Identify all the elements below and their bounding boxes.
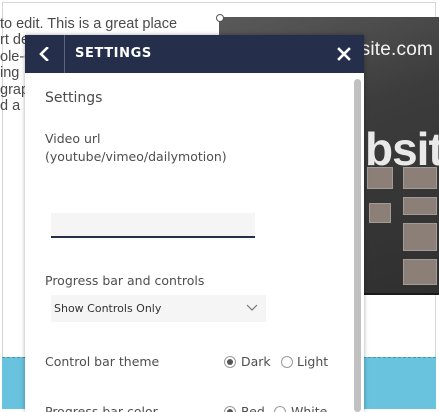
settings-body: Settings Video url (youtube/vimeo/dailym… (25, 73, 364, 412)
video-url-label-line: Video url (45, 131, 101, 146)
section-heading: Settings (45, 90, 103, 106)
back-button[interactable] (25, 35, 65, 73)
radio-light[interactable] (281, 356, 293, 368)
thumbnail-screen (367, 167, 393, 189)
select-value: Show Controls Only (54, 302, 162, 315)
progress-controls-label: Progress bar and controls (45, 273, 205, 288)
radio-red[interactable] (224, 406, 236, 412)
thumbnail-screen (369, 203, 391, 223)
settings-header: SETTINGS (25, 35, 364, 73)
video-url-input[interactable] (51, 213, 255, 238)
radio-dark[interactable] (224, 356, 236, 368)
radio-light-label[interactable]: Light (297, 354, 328, 369)
radio-white[interactable] (274, 406, 286, 412)
video-url-label-hint: (youtube/vimeo/dailymotion) (45, 148, 227, 164)
thumbnail-screen (403, 167, 437, 189)
close-icon (337, 47, 351, 61)
background-text-line: to edit. This is a great place (0, 16, 178, 32)
settings-panel: SETTINGS Settings Video url (youtube/vim… (25, 35, 364, 412)
radio-white-label[interactable]: White (291, 404, 327, 412)
thumbnail-screen (403, 223, 437, 251)
scrollbar-thumb[interactable] (354, 79, 361, 412)
thumbnail-screen (403, 197, 437, 215)
resize-handle[interactable] (216, 14, 224, 22)
chevron-left-icon (39, 47, 49, 61)
close-button[interactable] (324, 35, 364, 73)
thumbnail-screen (403, 259, 437, 285)
radio-dark-label[interactable]: Dark (241, 354, 271, 369)
progress-color-label: Progress bar color (45, 404, 158, 412)
chevron-down-icon (246, 304, 258, 311)
video-url-label: Video url (youtube/vimeo/dailymotion) (45, 130, 305, 165)
progress-controls-select[interactable]: Show Controls Only (51, 295, 266, 322)
control-theme-label: Control bar theme (45, 354, 160, 369)
panel-title: SETTINGS (75, 46, 152, 61)
radio-red-label[interactable]: Red (241, 404, 265, 412)
